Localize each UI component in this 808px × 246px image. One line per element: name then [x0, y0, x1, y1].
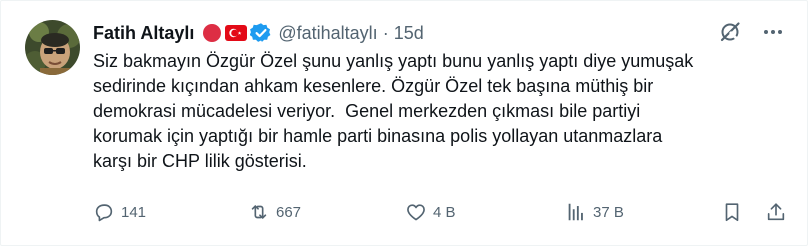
profile-badges	[202, 22, 272, 44]
reply-icon	[95, 204, 113, 222]
like-button[interactable]: 4 B	[405, 201, 456, 223]
repost-count: 667	[276, 203, 302, 221]
tweet-action-bar: 141 667 4 B 37 B	[93, 201, 785, 227]
tweet-timestamp[interactable]: 15d	[394, 23, 424, 44]
share-button[interactable]	[765, 201, 787, 223]
share-icon	[767, 203, 785, 221]
tweet-header: Fatih Altaylı @fatihaltaylı · 15d	[93, 19, 424, 47]
repost-button[interactable]: 667	[248, 201, 301, 223]
bookmark-icon	[725, 203, 739, 222]
more-icon	[764, 30, 782, 34]
tweet-text: Siz bakmayın Özgür Özel şunu yanlış yapt…	[93, 51, 694, 171]
more-button[interactable]	[763, 22, 783, 42]
repost-icon	[251, 205, 267, 219]
reply-count: 141	[121, 203, 147, 221]
avatar[interactable]	[25, 20, 80, 75]
views-button[interactable]: 37 B	[565, 201, 624, 223]
tweet-top-actions	[719, 21, 783, 43]
turkey-flag-icon	[225, 25, 248, 41]
bookmark-button[interactable]	[721, 201, 743, 223]
reply-button[interactable]: 141	[93, 201, 146, 223]
views-icon	[568, 203, 583, 221]
heart-icon	[407, 204, 425, 221]
grok-icon	[720, 22, 740, 42]
author-name[interactable]: Fatih Altaylı	[93, 23, 194, 44]
like-count: 4 B	[433, 203, 456, 221]
header-separator: ·	[382, 22, 389, 43]
grok-button[interactable]	[719, 21, 741, 43]
views-count: 37 B	[593, 203, 624, 221]
red-circle-icon	[203, 24, 222, 42]
tweet-card[interactable]: Fatih Altaylı @fatihaltaylı · 15d Siz ba…	[0, 0, 808, 246]
avatar-image	[25, 20, 80, 75]
author-handle[interactable]: @fatihaltaylı	[278, 23, 377, 44]
verified-badge-icon	[250, 23, 271, 42]
